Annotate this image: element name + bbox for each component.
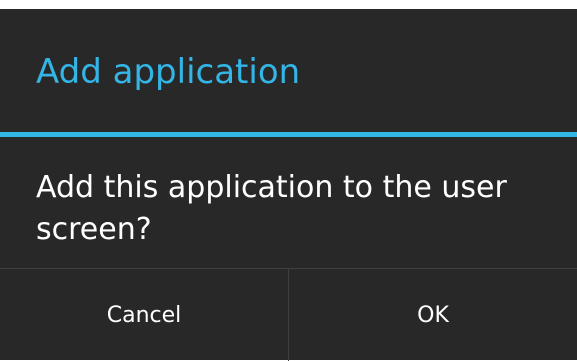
dialog-button-bar: Cancel OK <box>0 268 577 361</box>
title-divider <box>0 132 577 137</box>
ok-button[interactable]: OK <box>289 269 577 361</box>
dialog-title: Add application <box>36 52 301 92</box>
add-application-dialog: Add application Add this application to … <box>0 9 577 361</box>
dialog-message: Add this application to the user screen? <box>36 170 507 247</box>
cancel-button[interactable]: Cancel <box>0 269 288 361</box>
